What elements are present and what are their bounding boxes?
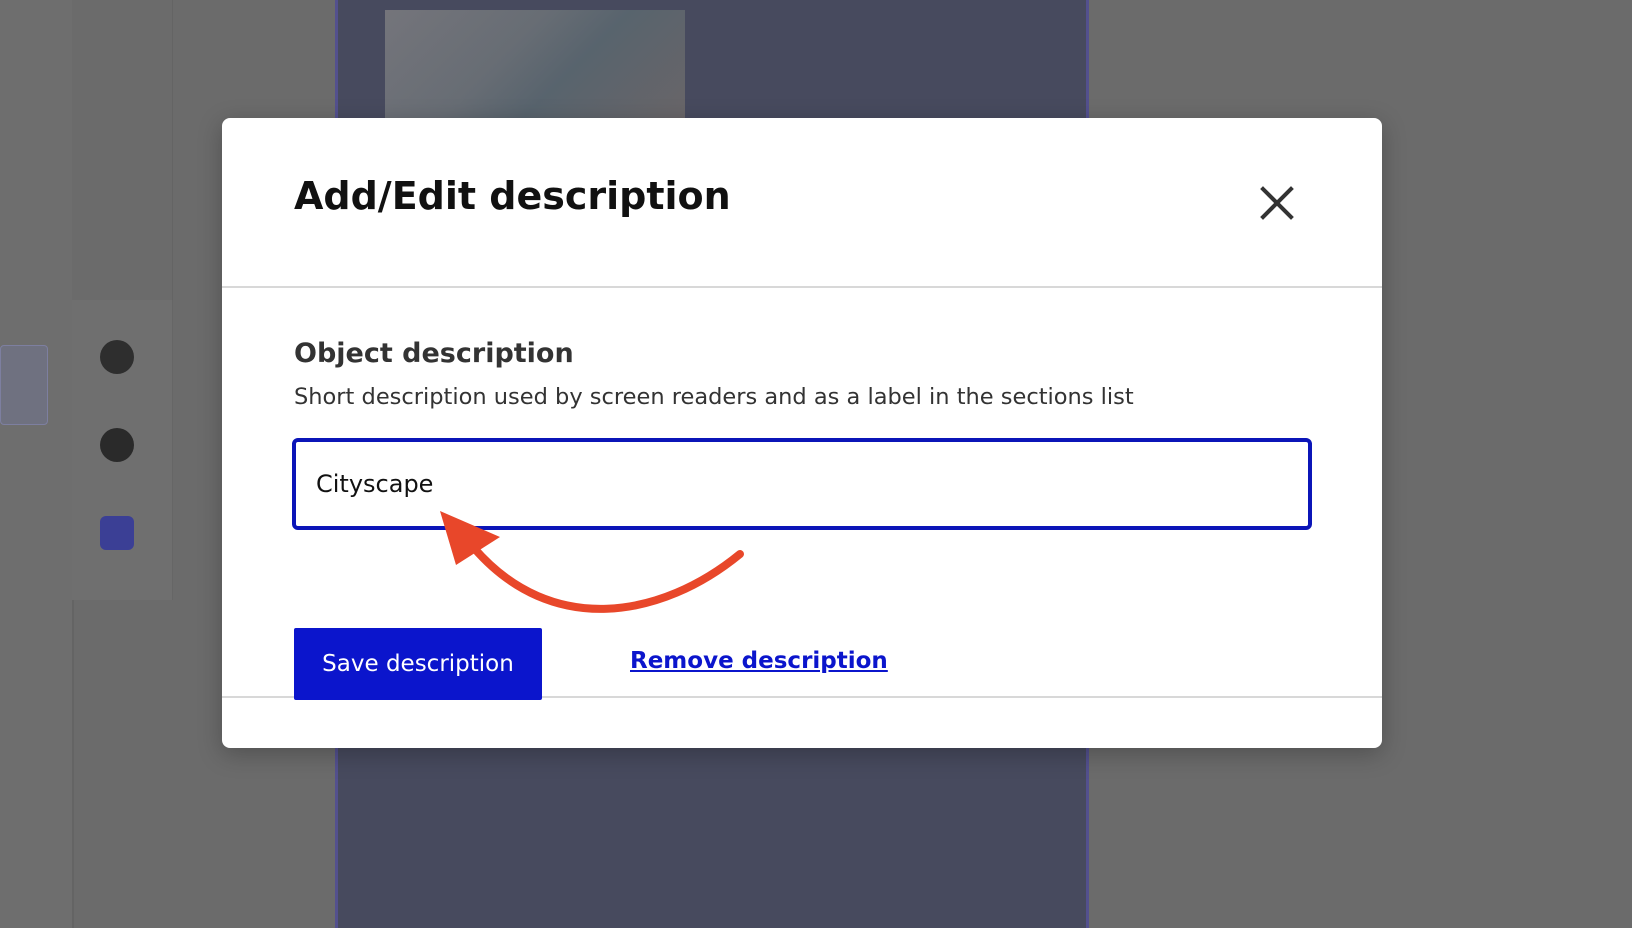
field-hint: Short description used by screen readers… bbox=[294, 384, 1134, 410]
background-left-panel bbox=[0, 0, 74, 928]
tool-icon bbox=[100, 516, 134, 550]
tool-icon bbox=[100, 428, 134, 462]
remove-description-link[interactable]: Remove description bbox=[630, 648, 888, 674]
add-edit-description-dialog: Add/Edit description Object description … bbox=[222, 118, 1382, 748]
dialog-title: Add/Edit description bbox=[294, 174, 731, 218]
close-button[interactable] bbox=[1252, 178, 1302, 228]
description-input[interactable] bbox=[292, 438, 1312, 530]
background-image-thumbnail bbox=[385, 10, 685, 120]
dialog-header: Add/Edit description bbox=[222, 118, 1382, 288]
field-label: Object description bbox=[294, 338, 574, 369]
save-description-button[interactable]: Save description bbox=[294, 628, 542, 700]
tool-icon bbox=[100, 340, 134, 374]
background-selected-chip bbox=[0, 345, 48, 425]
close-icon bbox=[1260, 186, 1294, 220]
background-toolbar bbox=[72, 300, 173, 600]
background-sidebar bbox=[72, 0, 173, 300]
